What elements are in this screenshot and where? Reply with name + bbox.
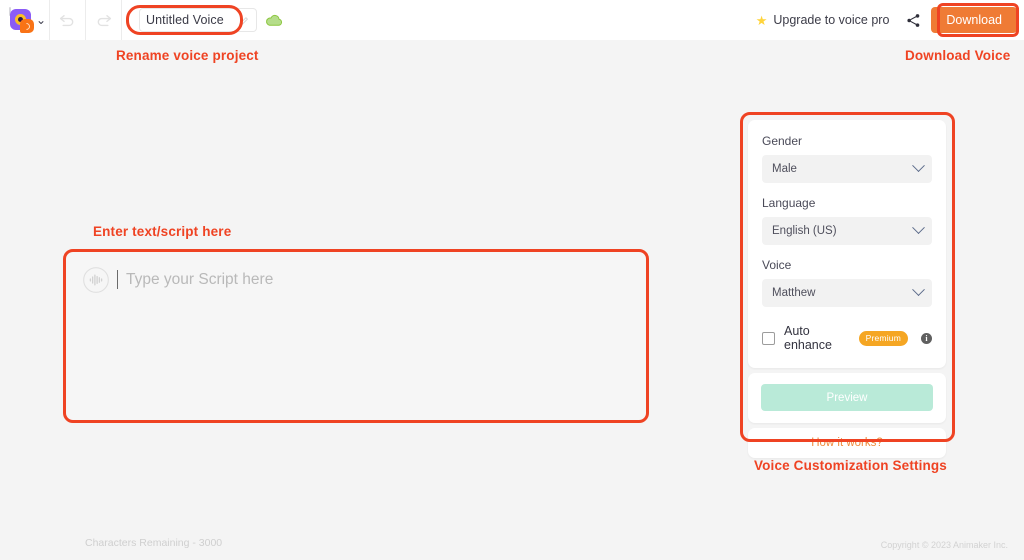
language-value: English (US): [772, 225, 837, 237]
characters-remaining: Characters Remaining - 3000: [85, 537, 222, 549]
undo-icon: [58, 13, 77, 27]
logo-menu-button[interactable]: ⌄: [0, 0, 50, 40]
share-button[interactable]: [898, 0, 928, 40]
chevron-down-icon: [912, 221, 925, 234]
auto-enhance-label: Auto enhance: [784, 324, 850, 352]
download-button[interactable]: Download: [931, 7, 1017, 33]
gender-select[interactable]: Male: [762, 155, 932, 183]
text-caret: [117, 270, 118, 289]
how-it-works-card[interactable]: How it works?: [748, 428, 946, 458]
voice-editor-app: ⌄ Untitled Voice: [0, 0, 1024, 560]
gender-value: Male: [772, 163, 797, 175]
language-label: Language: [762, 196, 932, 210]
preview-card: Preview: [748, 373, 946, 423]
auto-enhance-row: Auto enhance Premium i: [762, 324, 932, 352]
voice-value: Matthew: [772, 287, 815, 299]
how-it-works-link[interactable]: How it works?: [811, 437, 883, 449]
redo-button[interactable]: [86, 0, 122, 40]
cloud-icon: [264, 13, 284, 28]
annotation-download-voice: Download Voice: [905, 48, 1010, 63]
voice-settings-card: Gender Male Language English (US) Voice …: [748, 120, 946, 368]
voice-select[interactable]: Matthew: [762, 279, 932, 307]
upgrade-label: Upgrade to voice pro: [773, 13, 889, 27]
language-select[interactable]: English (US): [762, 217, 932, 245]
preview-button[interactable]: Preview: [761, 384, 933, 411]
redo-icon: [94, 13, 113, 27]
chevron-down-icon: [912, 283, 925, 296]
edit-pencil-icon[interactable]: [238, 15, 250, 27]
annotation-enter-script: Enter text/script here: [93, 224, 231, 239]
share-icon: [906, 13, 921, 28]
top-toolbar: ⌄ Untitled Voice: [0, 0, 1024, 40]
star-icon: ★: [756, 14, 768, 27]
cloud-save-status[interactable]: [257, 0, 291, 40]
undo-button[interactable]: [50, 0, 86, 40]
audio-waveform-icon: [82, 266, 110, 294]
copyright-text: Copyright © 2023 Animaker Inc.: [881, 540, 1008, 550]
script-textarea[interactable]: Type your Script here: [66, 252, 646, 420]
info-icon[interactable]: i: [921, 333, 932, 344]
upgrade-to-voice-pro-button[interactable]: ★ Upgrade to voice pro: [747, 0, 899, 40]
annotation-voice-customization-settings: Voice Customization Settings: [754, 458, 947, 473]
project-title-container: Untitled Voice: [122, 0, 257, 40]
annotation-rename-voice-project: Rename voice project: [116, 48, 259, 63]
project-title-value: Untitled Voice: [146, 13, 224, 27]
voice-settings-panel: Gender Male Language English (US) Voice …: [748, 120, 946, 458]
download-button-container: Download: [928, 0, 1024, 40]
chevron-down-icon: ⌄: [36, 14, 46, 26]
chevron-down-icon: [912, 159, 925, 172]
script-placeholder: Type your Script here: [126, 270, 273, 290]
auto-enhance-checkbox[interactable]: [762, 332, 775, 345]
premium-badge: Premium: [859, 331, 908, 346]
animaker-voice-logo-icon: [7, 7, 33, 33]
voice-label: Voice: [762, 258, 932, 272]
project-title-input[interactable]: Untitled Voice: [139, 8, 257, 32]
gender-label: Gender: [762, 134, 932, 148]
